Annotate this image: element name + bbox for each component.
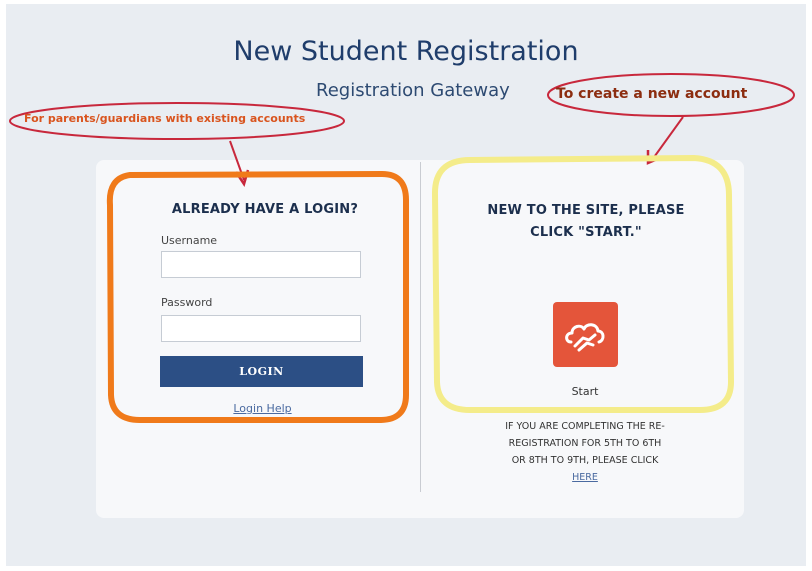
here-link[interactable]: HERE: [572, 472, 598, 483]
username-input[interactable]: [161, 251, 361, 278]
login-heading: ALREADY HAVE A LOGIN?: [171, 202, 359, 217]
reregistration-line2: REGISTRATION FOR 5TH TO 6TH: [508, 438, 662, 449]
new-account-heading-line1: NEW TO THE SITE, PLEASE: [487, 203, 685, 218]
password-input[interactable]: [161, 315, 361, 342]
new-account-heading-line2: CLICK "START.": [530, 225, 642, 240]
right-callout-text: To create a new account: [556, 86, 748, 102]
reregistration-line1: IF YOU ARE COMPLETING THE RE-: [505, 421, 665, 432]
cloud-hand-icon: [565, 323, 605, 352]
login-button[interactable]: LOGIN: [160, 356, 363, 387]
start-label: Start: [571, 385, 599, 398]
page-subtitle: Registration Gateway: [316, 80, 510, 101]
username-label: Username: [161, 234, 218, 247]
login-help-link[interactable]: Login Help: [0, 402, 525, 415]
reregistration-note: IF YOU ARE COMPLETING THE RE- REGISTRATI…: [478, 418, 692, 486]
password-label: Password: [161, 296, 213, 309]
card-divider: [420, 162, 421, 492]
page-title: New Student Registration: [233, 36, 579, 67]
start-button[interactable]: [553, 302, 618, 367]
reregistration-line3: OR 8TH TO 9TH, PLEASE CLICK: [511, 455, 659, 466]
left-callout-text: For parents/guardians with existing acco…: [24, 112, 306, 125]
new-account-heading: NEW TO THE SITE, PLEASE CLICK "START.": [470, 200, 702, 244]
